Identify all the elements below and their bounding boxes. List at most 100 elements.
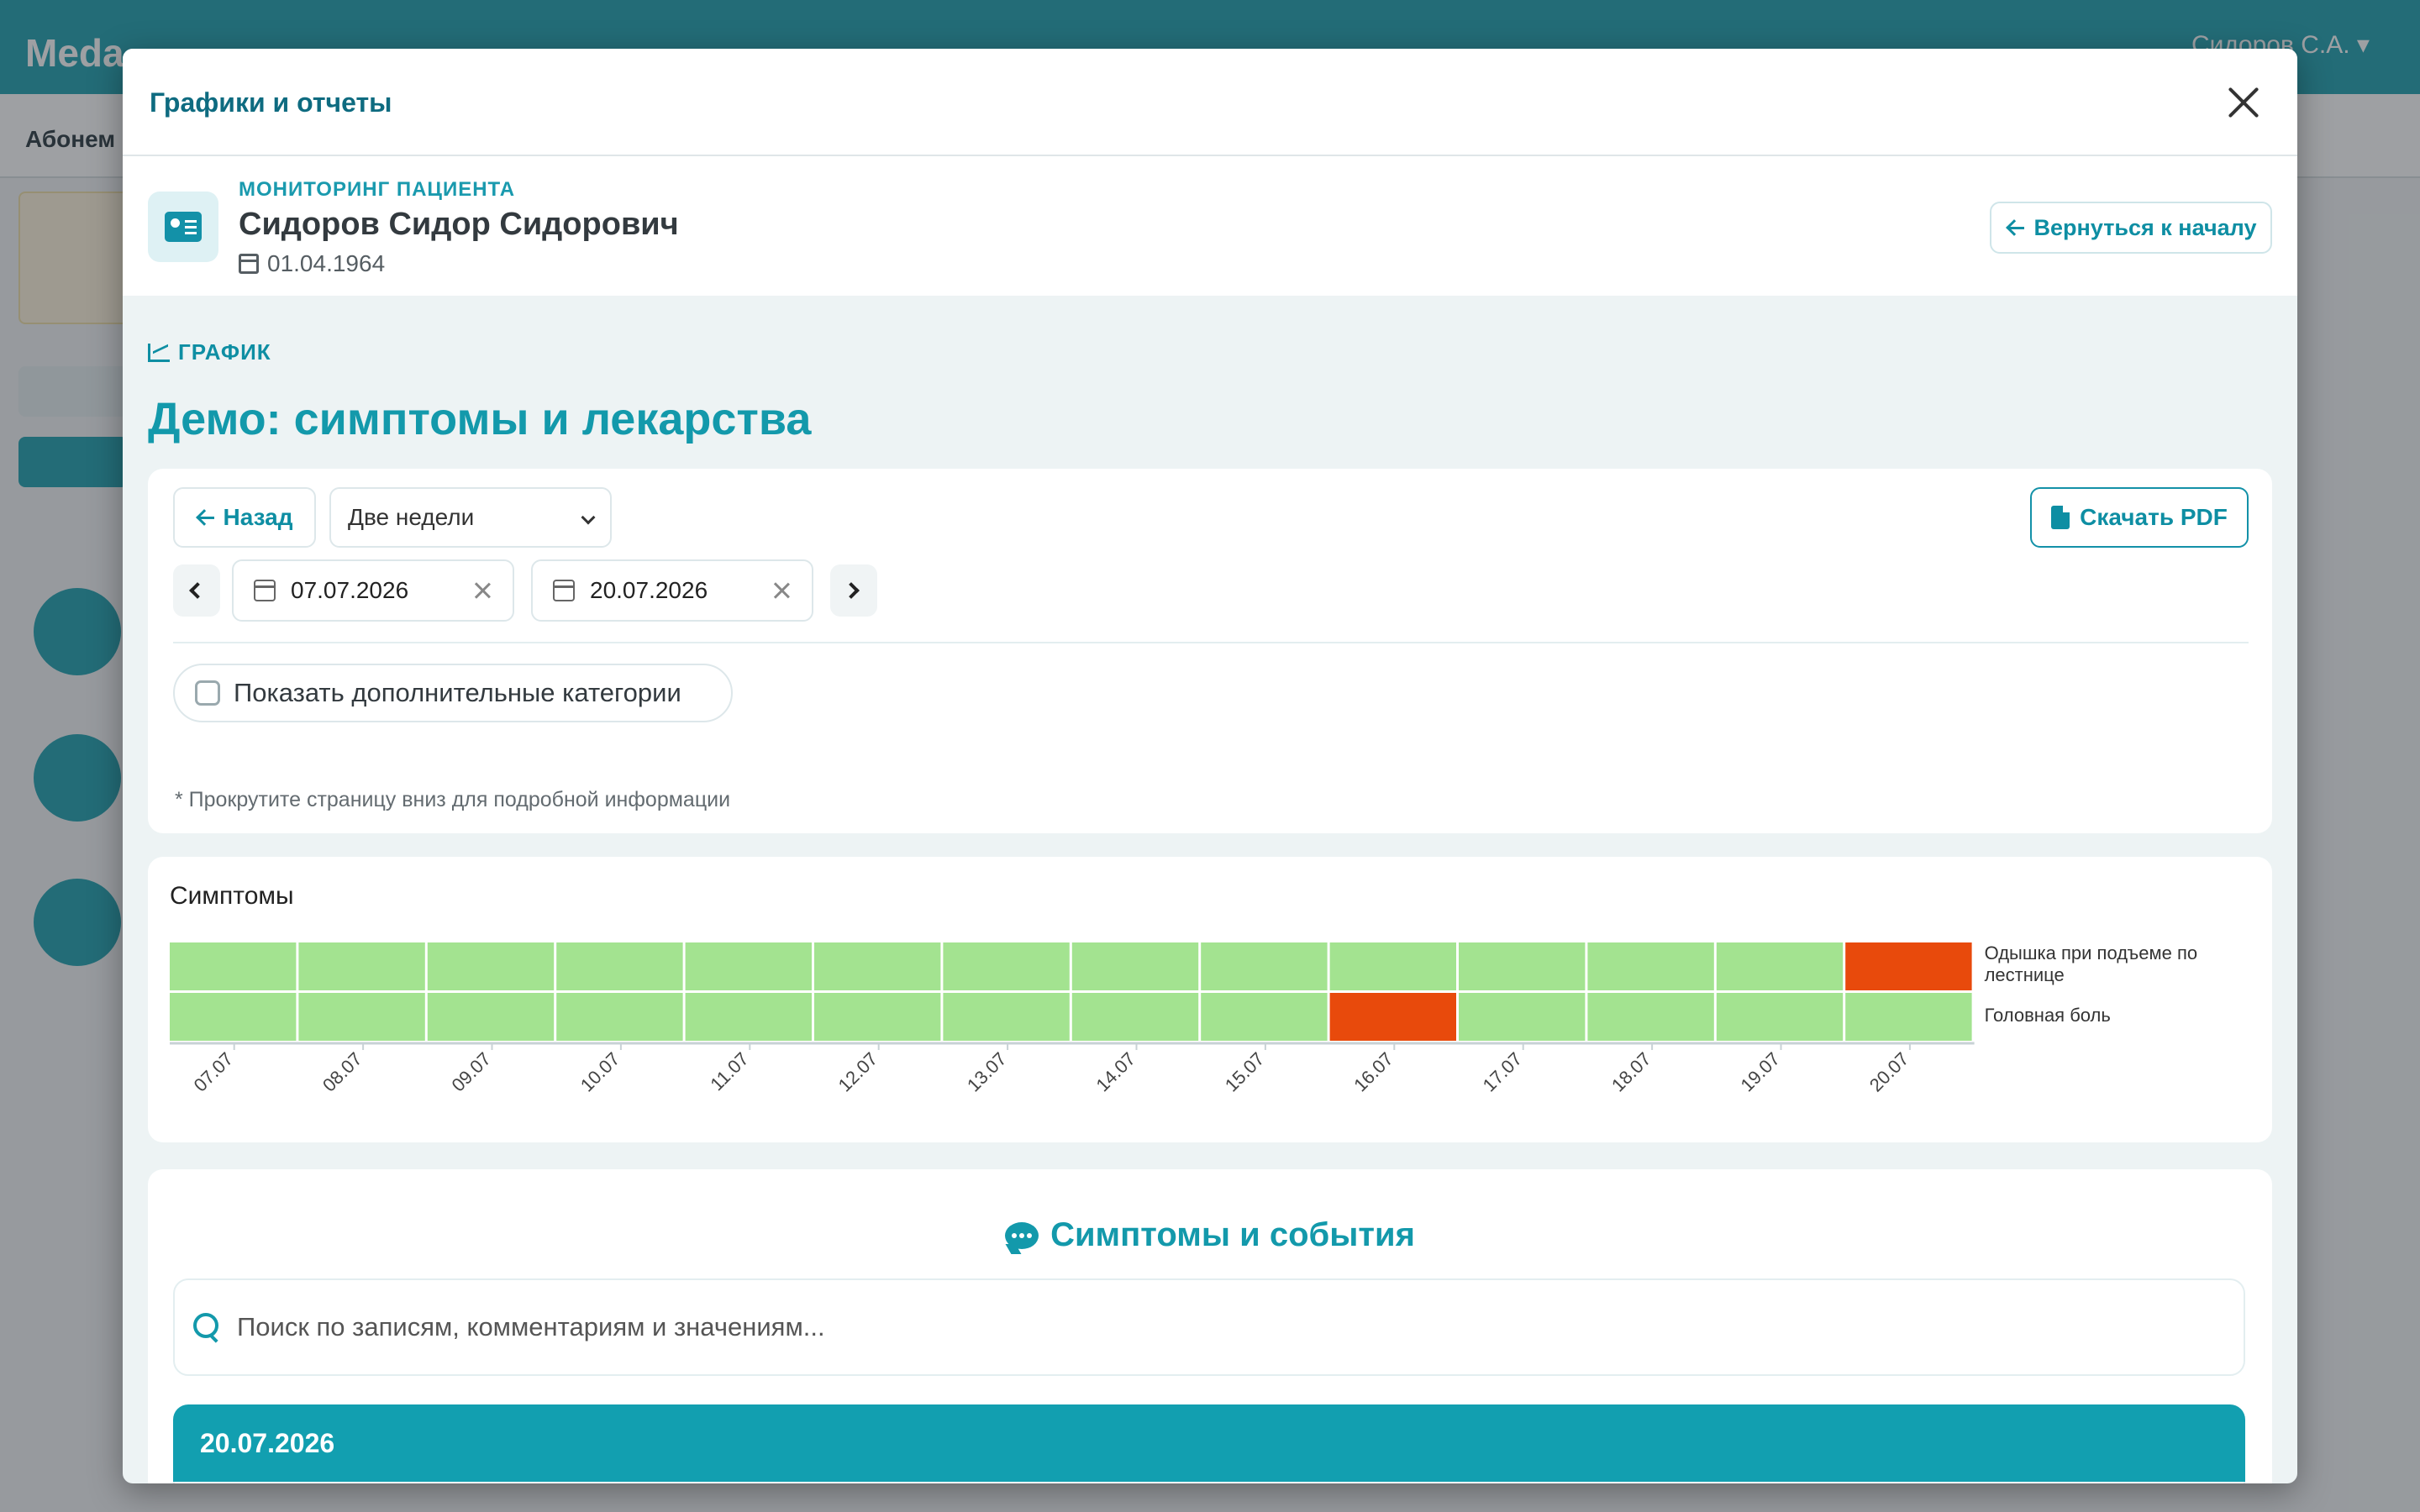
download-pdf-button[interactable]: Скачать PDF	[2030, 487, 2249, 548]
events-search[interactable]	[173, 1278, 2245, 1376]
prev-period-button[interactable]	[173, 564, 220, 617]
chevron-right-icon	[843, 582, 860, 599]
search-icon	[193, 1313, 222, 1341]
period-select-value: Две недели	[348, 504, 475, 530]
x-axis-tick-label: 09.07	[447, 1048, 495, 1096]
line-chart-icon	[148, 343, 170, 362]
date-to-value: 20.07.2026	[590, 577, 708, 603]
clear-icon[interactable]	[771, 580, 792, 601]
show-extra-checkbox[interactable]	[195, 680, 220, 706]
heatmap-row-label: лестнице	[1985, 964, 2065, 985]
x-axis-tick-label: 10.07	[576, 1048, 624, 1096]
id-card-icon	[148, 192, 218, 262]
back-to-start-button[interactable]: Вернуться к началу	[1990, 202, 2272, 254]
arrow-left-icon	[196, 508, 215, 527]
section-tag: ГРАФИК	[148, 339, 271, 365]
arrow-left-icon	[2006, 218, 2024, 237]
heatmap-cell[interactable]	[685, 942, 812, 990]
heatmap-cell[interactable]	[427, 993, 555, 1041]
heatmap-cell[interactable]	[1716, 993, 1844, 1041]
show-extra-label: Показать дополнительные категории	[234, 678, 681, 707]
back-button-label: Назад	[223, 504, 293, 530]
date-from-value: 07.07.2026	[291, 577, 409, 603]
next-period-button[interactable]	[830, 564, 877, 617]
patient-name: Сидоров Сидор Сидорович	[239, 207, 679, 242]
symptoms-heatmap: Одышка при подъеме полестнице Головная бо…	[170, 942, 2198, 1096]
heatmap-cell[interactable]	[1587, 993, 1714, 1041]
x-axis-tick-label: 18.07	[1607, 1048, 1655, 1096]
x-axis-tick-label: 17.07	[1479, 1048, 1527, 1096]
chevron-down-icon	[581, 510, 596, 525]
x-axis-tick-label: 07.07	[190, 1048, 238, 1096]
heatmap-cell[interactable]	[1459, 942, 1586, 990]
chart-controls: Назад Две недели Скачать PDF 07.07.2026 …	[148, 469, 2272, 833]
heatmap-cell[interactable]	[1071, 993, 1199, 1041]
heatmap-cell[interactable]	[1329, 993, 1456, 1041]
date-from-field[interactable]: 07.07.2026	[232, 559, 514, 622]
day-group-body	[173, 1482, 2245, 1483]
heatmap-cell[interactable]	[1845, 942, 1972, 990]
heatmap-cell[interactable]	[427, 942, 555, 990]
heatmap-cell[interactable]	[1459, 993, 1586, 1041]
x-axis-tick-label: 15.07	[1221, 1048, 1269, 1096]
events-title: Симптомы и события	[148, 1216, 2272, 1254]
x-axis-tick-label: 16.07	[1349, 1048, 1397, 1096]
date-to-field[interactable]: 20.07.2026	[531, 559, 813, 622]
heatmap-cell[interactable]	[1201, 993, 1328, 1041]
heatmap-cell[interactable]	[298, 993, 425, 1041]
comment-icon	[1005, 1221, 1039, 1249]
heatmap-cell[interactable]	[814, 993, 941, 1041]
period-select[interactable]: Две недели	[329, 487, 612, 548]
calendar-icon	[239, 254, 259, 274]
divider	[173, 642, 2249, 643]
back-to-start-label: Вернуться к началу	[2033, 214, 2257, 240]
heatmap-cell[interactable]	[170, 942, 297, 990]
x-axis-tick-label: 14.07	[1092, 1048, 1139, 1096]
section-tag-label: ГРАФИК	[178, 339, 271, 365]
heatmap-cell[interactable]	[1845, 993, 1972, 1041]
modal-header: Графики и отчеты	[123, 49, 2297, 156]
heatmap-cell[interactable]	[943, 993, 1070, 1041]
patient-dob: 01.04.1964	[239, 250, 385, 277]
events-title-label: Симптомы и события	[1050, 1216, 1415, 1253]
chevron-left-icon	[189, 582, 206, 599]
x-axis-tick-label: 08.07	[318, 1048, 366, 1096]
heatmap-cell[interactable]	[814, 942, 941, 990]
heatmap-row-label: Одышка при подъеме по	[1985, 942, 2198, 963]
x-axis-tick-label: 20.07	[1865, 1048, 1913, 1096]
patient-section-label: МОНИТОРИНГ ПАЦИЕНТА	[239, 178, 516, 201]
heatmap-cell[interactable]	[1071, 942, 1199, 990]
day-group-header[interactable]: 20.07.2026	[173, 1404, 2245, 1482]
heatmap-cell[interactable]	[298, 942, 425, 990]
heatmap-row-label: Головная боль	[1985, 1005, 2111, 1026]
x-axis-tick-label: 19.07	[1736, 1048, 1784, 1096]
heatmap-cell[interactable]	[685, 993, 812, 1041]
heatmap-cell[interactable]	[1201, 942, 1328, 990]
heatmap-cell[interactable]	[556, 942, 683, 990]
back-button[interactable]: Назад	[173, 487, 316, 548]
heatmap-cell[interactable]	[1716, 942, 1844, 990]
show-extra-categories-toggle[interactable]: Показать дополнительные категории	[173, 664, 733, 722]
heatmap-cell[interactable]	[943, 942, 1070, 990]
calendar-icon	[254, 580, 276, 601]
heatmap-cell[interactable]	[556, 993, 683, 1041]
heatmap-cell[interactable]	[1587, 942, 1714, 990]
patient-card: МОНИТОРИНГ ПАЦИЕНТА Сидоров Сидор Сидоро…	[123, 156, 2297, 296]
heatmap-cell[interactable]	[170, 993, 297, 1041]
day-group-date: 20.07.2026	[200, 1427, 335, 1458]
x-axis-tick-label: 11.07	[706, 1048, 752, 1095]
scroll-hint: * Прокрутите страницу вниз для подробной…	[175, 788, 731, 811]
pdf-file-icon	[2051, 506, 2070, 529]
clear-icon[interactable]	[472, 580, 492, 601]
page-title: Демо: симптомы и лекарства	[148, 394, 812, 444]
charts-reports-modal: Графики и отчеты МОНИТОРИНГ ПАЦИЕНТА Сид…	[123, 49, 2297, 1483]
heatmap-cell[interactable]	[1329, 942, 1456, 990]
x-axis-tick-label: 13.07	[963, 1048, 1011, 1096]
close-icon[interactable]	[2220, 79, 2267, 126]
symptoms-chart-card: Симптомы Одышка при подъеме по лестнице Го…	[148, 857, 2272, 1142]
download-pdf-label: Скачать PDF	[2080, 504, 2228, 530]
events-panel: Симптомы и события 20.07.2026	[148, 1169, 2272, 1483]
events-search-input[interactable]	[237, 1312, 2244, 1342]
patient-dob-value: 01.04.1964	[267, 250, 386, 276]
modal-title: Графики и отчеты	[150, 87, 392, 118]
